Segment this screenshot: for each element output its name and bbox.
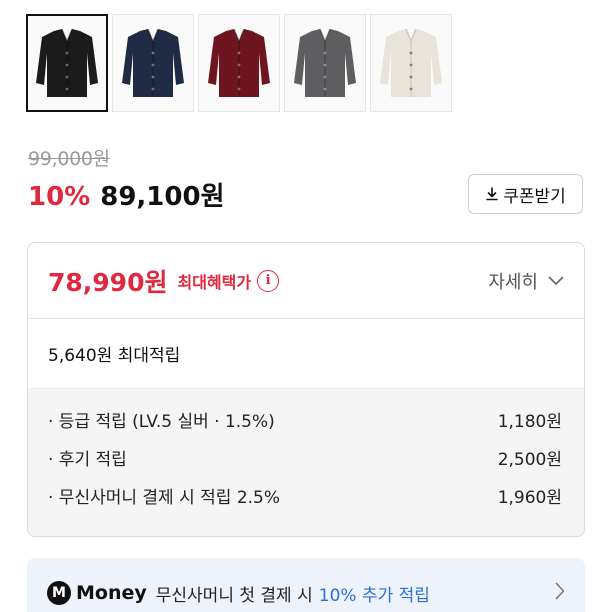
coupon-button-label: 쿠폰받기 (503, 186, 566, 207)
chevron-right-icon (555, 582, 565, 604)
cardigan-thumbnail (380, 28, 442, 97)
detail-toggle-label: 자세히 (488, 271, 538, 293)
download-icon (486, 187, 499, 201)
best-price: 78,990원 (48, 267, 168, 297)
money-logo-word: Money (76, 582, 147, 604)
money-promo-banner[interactable]: M Money 무신사머니 첫 결제 시 10% 추가 적립 (27, 558, 585, 612)
earn-row-amount: 1,180원 (497, 412, 562, 432)
earn-breakdown-list: · 등급 적립 (LV.5 실버 · 1.5%) 1,180원 · 후기 적립 2,5… (28, 389, 584, 536)
original-price: 99,000원 (28, 148, 110, 170)
best-price-label: 최대혜택가 (177, 272, 252, 292)
banner-highlight: 10% 추가 적립 (318, 585, 430, 606)
chevron-down-icon (548, 276, 564, 285)
color-swatch-list (26, 14, 452, 112)
color-swatch[interactable] (370, 14, 452, 112)
coupon-download-button[interactable]: 쿠폰받기 (468, 174, 583, 214)
earn-row: · 무신사머니 결제 시 적립 2.5% 1,960원 (48, 483, 562, 521)
earn-row-amount: 1,960원 (497, 488, 562, 508)
cardigan-thumbnail (208, 28, 270, 97)
earn-row: · 등급 적립 (LV.5 실버 · 1.5%) 1,180원 (48, 407, 562, 445)
cardigan-thumbnail (36, 28, 98, 97)
earn-row-amount: 2,500원 (497, 450, 562, 470)
cardigan-thumbnail (294, 28, 356, 97)
cardigan-thumbnail (122, 28, 184, 97)
banner-text: 무신사머니 첫 결제 시 (155, 585, 313, 606)
earn-row: · 후기 적립 2,500원 (48, 445, 562, 483)
color-swatch[interactable] (26, 14, 108, 112)
money-logo-icon: M (47, 581, 71, 605)
best-price-header[interactable]: 78,990원 최대혜택가 i 자세히 (28, 243, 584, 319)
earn-row-label: · 후기 적립 (48, 450, 127, 470)
info-icon[interactable]: i (257, 269, 280, 292)
benefit-card: 78,990원 최대혜택가 i 자세히 5,640원 최대적립 · 등급 적립 … (27, 242, 585, 537)
max-earn-summary: 5,640원 최대적립 (28, 319, 584, 389)
earn-row-label: · 등급 적립 (LV.5 실버 · 1.5%) (48, 412, 275, 432)
price-row: 10% 89,100원 (28, 176, 225, 213)
detail-toggle[interactable]: 자세히 (488, 268, 564, 294)
color-swatch[interactable] (198, 14, 280, 112)
discount-rate: 10% (28, 182, 91, 212)
color-swatch[interactable] (284, 14, 366, 112)
color-swatch[interactable] (112, 14, 194, 112)
earn-row-label: · 무신사머니 결제 시 적립 2.5% (48, 488, 281, 508)
sale-price: 89,100원 (100, 182, 225, 212)
